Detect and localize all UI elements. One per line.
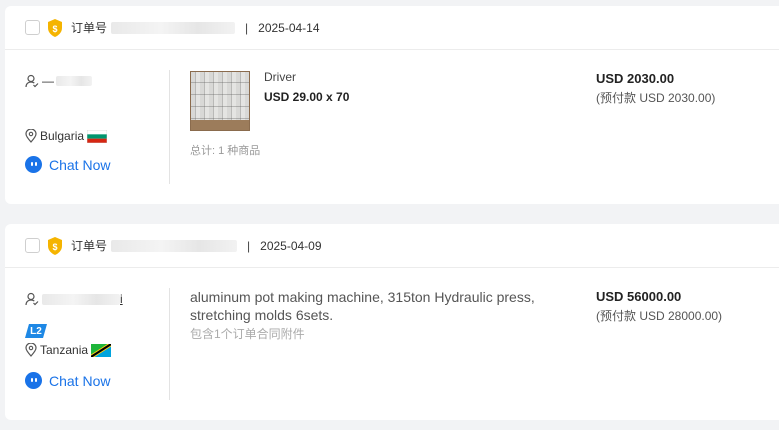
chat-now-label: Chat Now [49,372,111,389]
chat-bubble-icon [25,156,42,173]
order-body: — Bulgaria Chat Now Driver USD 29.00 x 7… [5,50,779,204]
svg-text:$: $ [52,242,57,252]
tanzania-flag-icon [91,343,112,357]
chat-now-button[interactable]: Chat Now [25,156,110,173]
order-date: 2025-04-09 [260,238,322,253]
order-select-checkbox[interactable] [25,20,40,35]
product-title[interactable]: aluminum pot making machine, 315ton Hydr… [190,288,580,324]
country-name: Bulgaria [40,129,85,143]
header-separator: | [245,20,249,35]
order-card: $ 订单号 | 2025-04-14 — Bulgaria Chat Now D… [5,6,779,204]
divider [169,288,170,400]
product-name[interactable]: Driver [264,70,296,84]
svg-text:$: $ [52,24,57,34]
order-header: $ 订单号 | 2025-04-09 [5,224,779,268]
verified-shield-icon: $ [47,18,63,37]
country-name: Tanzania [40,343,89,357]
buyer-level-badge: L2 [25,324,47,338]
buyer-location: Tanzania [25,343,112,357]
prepayment-amount: (预付款 USD 28000.00) [596,309,723,323]
buyer-name-suffix[interactable]: i [120,292,123,306]
order-header: $ 订单号 | 2025-04-14 [5,6,779,50]
order-number-label: 订单号 [71,239,108,253]
order-select-checkbox[interactable] [25,238,40,253]
order-number-label: 订单号 [71,21,108,35]
user-icon [25,74,39,88]
divider [169,70,170,184]
order-date: 2025-04-14 [258,20,320,35]
contract-attachment-note[interactable]: 包含1个订单合同附件 [190,325,305,342]
order-number-redacted[interactable] [111,21,236,34]
header-separator: | [247,238,251,253]
order-number-redacted[interactable] [111,239,238,252]
buyer-name[interactable]: — [42,74,54,88]
buyer-row[interactable]: i [25,292,123,306]
product-thumbnail[interactable] [190,71,250,131]
chat-bubble-icon [25,372,42,389]
order-card: $ 订单号 | 2025-04-09 i L2 Tanzania Chat No… [5,224,779,420]
location-pin-icon [25,343,37,357]
buyer-row[interactable]: — [25,74,92,88]
order-total: USD 2030.00 [596,71,675,86]
buyer-location: Bulgaria [25,129,108,143]
prepayment-amount: (预付款 USD 2030.00) [596,91,716,105]
buyer-name-redacted [56,76,92,86]
order-total: USD 56000.00 [596,289,682,304]
chat-now-button[interactable]: Chat Now [25,372,110,389]
user-icon [25,292,39,306]
item-count: 总计: 1 种商品 [190,145,261,157]
buyer-name-redacted [42,293,120,305]
order-body: i L2 Tanzania Chat Now aluminum pot maki… [5,268,779,420]
bulgaria-flag-icon [86,129,108,143]
product-price-quantity: USD 29.00 x 70 [264,90,350,104]
location-pin-icon [25,129,37,143]
verified-shield-icon: $ [47,236,63,255]
chat-now-label: Chat Now [49,156,111,173]
